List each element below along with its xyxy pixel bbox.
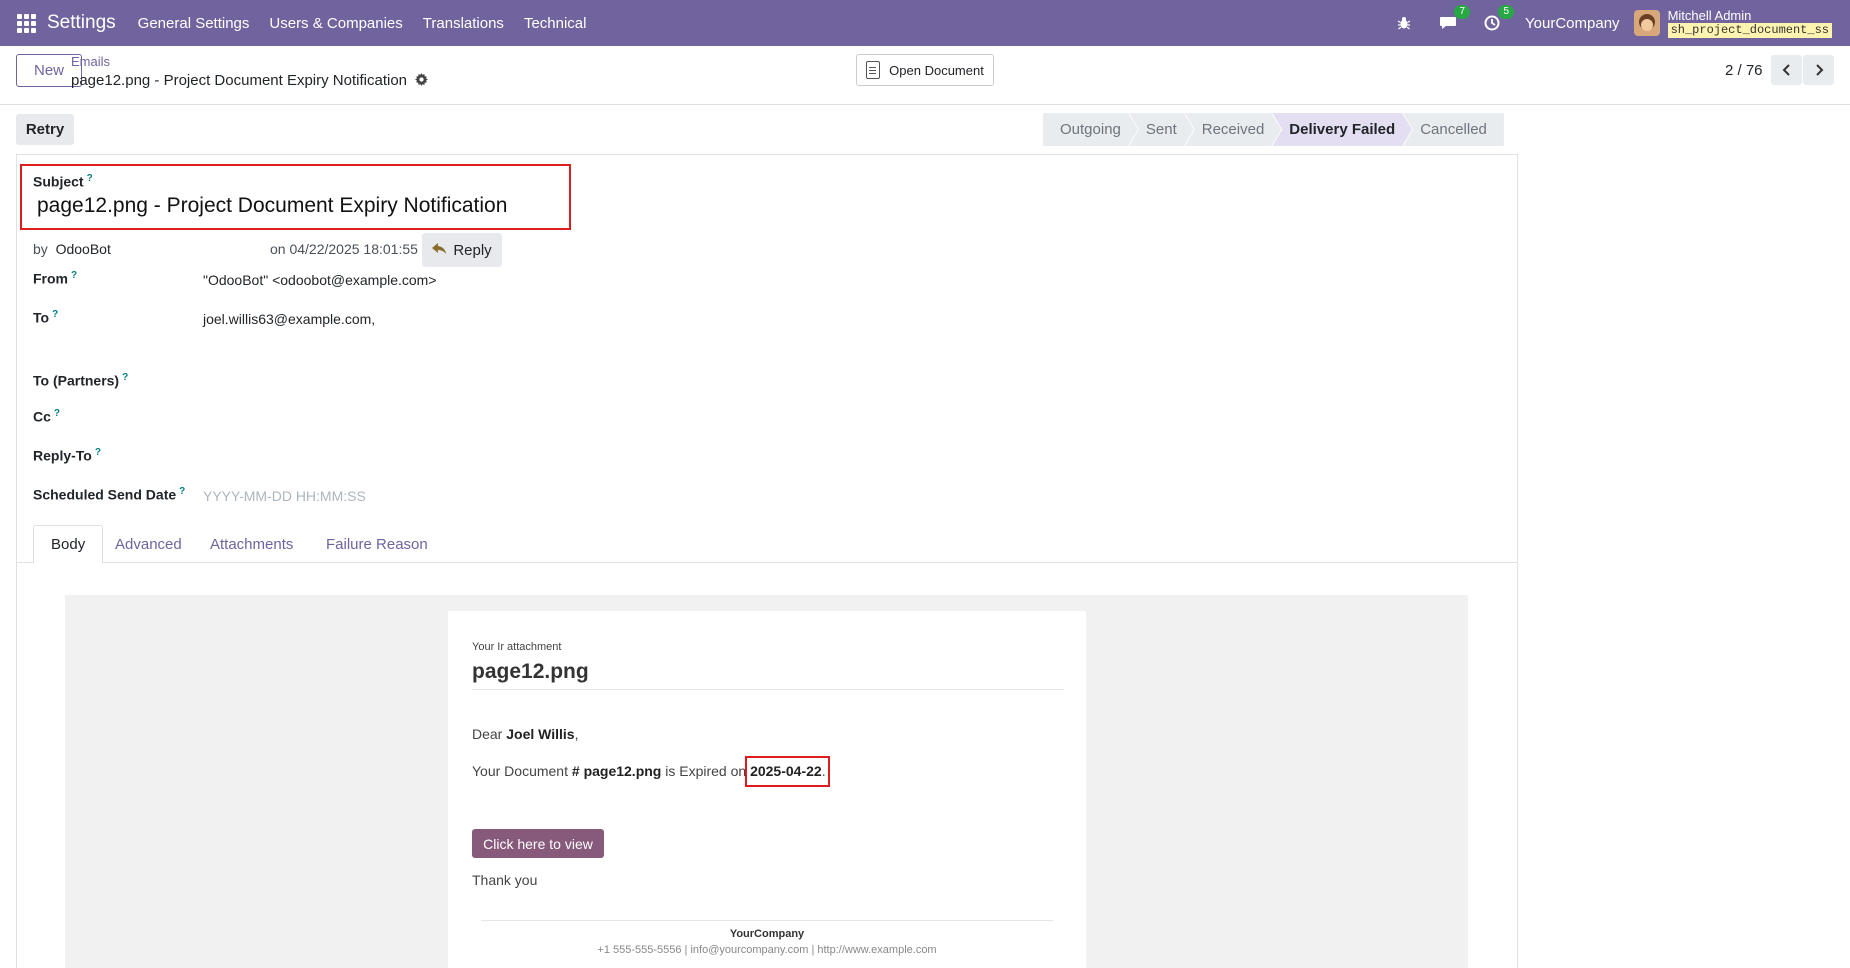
- pager-previous-button[interactable]: [1771, 55, 1802, 85]
- user-avatar[interactable]: [1633, 10, 1660, 36]
- document-name: page12.png: [583, 763, 662, 779]
- help-tooltip-icon[interactable]: ?: [122, 372, 128, 383]
- menu-translations[interactable]: Translations: [423, 15, 504, 32]
- email-footer-divider: [481, 920, 1053, 921]
- help-tooltip-icon[interactable]: ?: [54, 408, 60, 419]
- help-tooltip-icon[interactable]: ?: [179, 486, 185, 497]
- bug-icon[interactable]: [1393, 12, 1415, 34]
- menu-users-companies[interactable]: Users & Companies: [269, 15, 402, 32]
- notebook-tabs: Body Advanced Attachments Failure Reason: [16, 525, 1518, 564]
- author-line: by OdooBot: [33, 241, 111, 257]
- help-tooltip-icon[interactable]: ?: [71, 270, 77, 281]
- navbar-systray: 7 5 YourCompany Mitchell Admin sh_projec…: [1393, 0, 1850, 46]
- reply-button[interactable]: Reply: [422, 233, 502, 267]
- reply-icon: [432, 242, 447, 258]
- tab-body[interactable]: Body: [33, 525, 104, 564]
- subject-value[interactable]: page12.png - Project Document Expiry Not…: [37, 194, 507, 218]
- from-value[interactable]: "OdooBot" <odoobot@example.com>: [203, 272, 437, 288]
- database-name: sh_project_document_ss: [1667, 22, 1832, 38]
- activities-badge: 5: [1498, 5, 1515, 19]
- reply-label: Reply: [453, 241, 492, 259]
- tab-failure-reason[interactable]: Failure Reason: [309, 525, 445, 563]
- email-thanks: Thank you: [472, 872, 538, 888]
- sent-date: on 04/22/2025 18:01:55: [270, 241, 418, 257]
- stage-outgoing[interactable]: Outgoing: [1043, 113, 1138, 146]
- by-prefix: by: [33, 241, 48, 257]
- subject-label: Subject?: [33, 173, 93, 190]
- stage-received[interactable]: Received: [1185, 113, 1282, 146]
- menu-general-settings[interactable]: General Settings: [138, 15, 250, 32]
- main-menu: General Settings Users & Companies Trans…: [138, 15, 607, 32]
- clock-icon[interactable]: 5: [1481, 5, 1515, 34]
- open-document-button[interactable]: Open Document: [856, 54, 994, 86]
- retry-button[interactable]: Retry: [16, 114, 74, 145]
- cc-label: Cc?: [33, 408, 61, 425]
- expiry-date-highlight-box: [745, 756, 830, 787]
- breadcrumb-current-label: page12.png - Project Document Expiry Not…: [71, 72, 408, 89]
- customer-name: Joel Willis: [506, 726, 575, 742]
- reply-to-label: Reply-To?: [33, 447, 101, 464]
- user-menu[interactable]: Mitchell Admin sh_project_document_ss: [1667, 7, 1832, 38]
- open-document-label: Open Document: [889, 62, 984, 78]
- scheduled-send-date-label: Scheduled Send Date?: [33, 486, 186, 503]
- email-title: page12.png: [472, 660, 589, 683]
- document-icon: [866, 61, 881, 79]
- help-tooltip-icon[interactable]: ?: [87, 173, 93, 184]
- to-partners-label: To (Partners)?: [33, 372, 129, 389]
- to-value[interactable]: joel.willis63@example.com,: [203, 311, 375, 327]
- company-switcher[interactable]: YourCompany: [1525, 15, 1620, 32]
- email-divider: [472, 689, 1064, 690]
- messages-badge: 7: [1454, 5, 1471, 19]
- from-label: From?: [33, 270, 78, 287]
- apps-menu-icon[interactable]: [17, 13, 37, 33]
- pager-value[interactable]: 2 / 76: [1725, 62, 1763, 79]
- help-tooltip-icon[interactable]: ?: [95, 447, 101, 458]
- help-tooltip-icon[interactable]: ?: [52, 309, 58, 320]
- click-here-to-view-button[interactable]: Click here to view: [472, 829, 604, 858]
- control-panel: New Emails page12.png - Project Document…: [0, 46, 1850, 105]
- status-bar: Outgoing Sent Received Delivery Failed C…: [1043, 113, 1504, 146]
- tab-advanced[interactable]: Advanced: [98, 525, 199, 563]
- scheduled-send-date-input[interactable]: YYYY-MM-DD HH:MM:SS: [203, 488, 366, 504]
- stage-delivery-failed[interactable]: Delivery Failed: [1272, 113, 1412, 146]
- app-name[interactable]: Settings: [47, 12, 116, 34]
- stage-cancelled[interactable]: Cancelled: [1403, 113, 1504, 146]
- author-name[interactable]: OdooBot: [56, 241, 111, 257]
- top-navbar: Settings General Settings Users & Compan…: [0, 0, 1850, 46]
- chat-icon[interactable]: 7: [1437, 5, 1471, 34]
- breadcrumb-emails[interactable]: Emails: [71, 54, 110, 69]
- breadcrumb-current: page12.png - Project Document Expiry Not…: [71, 72, 429, 89]
- email-greeting: Dear Joel Willis,: [472, 726, 579, 742]
- email-small-header: Your Ir attachment: [472, 641, 562, 653]
- to-label: To?: [33, 309, 59, 326]
- stage-sent[interactable]: Sent: [1129, 113, 1194, 146]
- tab-attachments[interactable]: Attachments: [193, 525, 310, 563]
- menu-technical[interactable]: Technical: [524, 15, 587, 32]
- email-footer-contact: +1 555-555-5556 | info@yourcompany.com |…: [597, 944, 937, 956]
- user-name: Mitchell Admin: [1667, 7, 1752, 23]
- pager-next-button[interactable]: [1803, 55, 1834, 85]
- gear-icon[interactable]: [415, 72, 429, 89]
- email-footer-company: YourCompany: [729, 928, 805, 940]
